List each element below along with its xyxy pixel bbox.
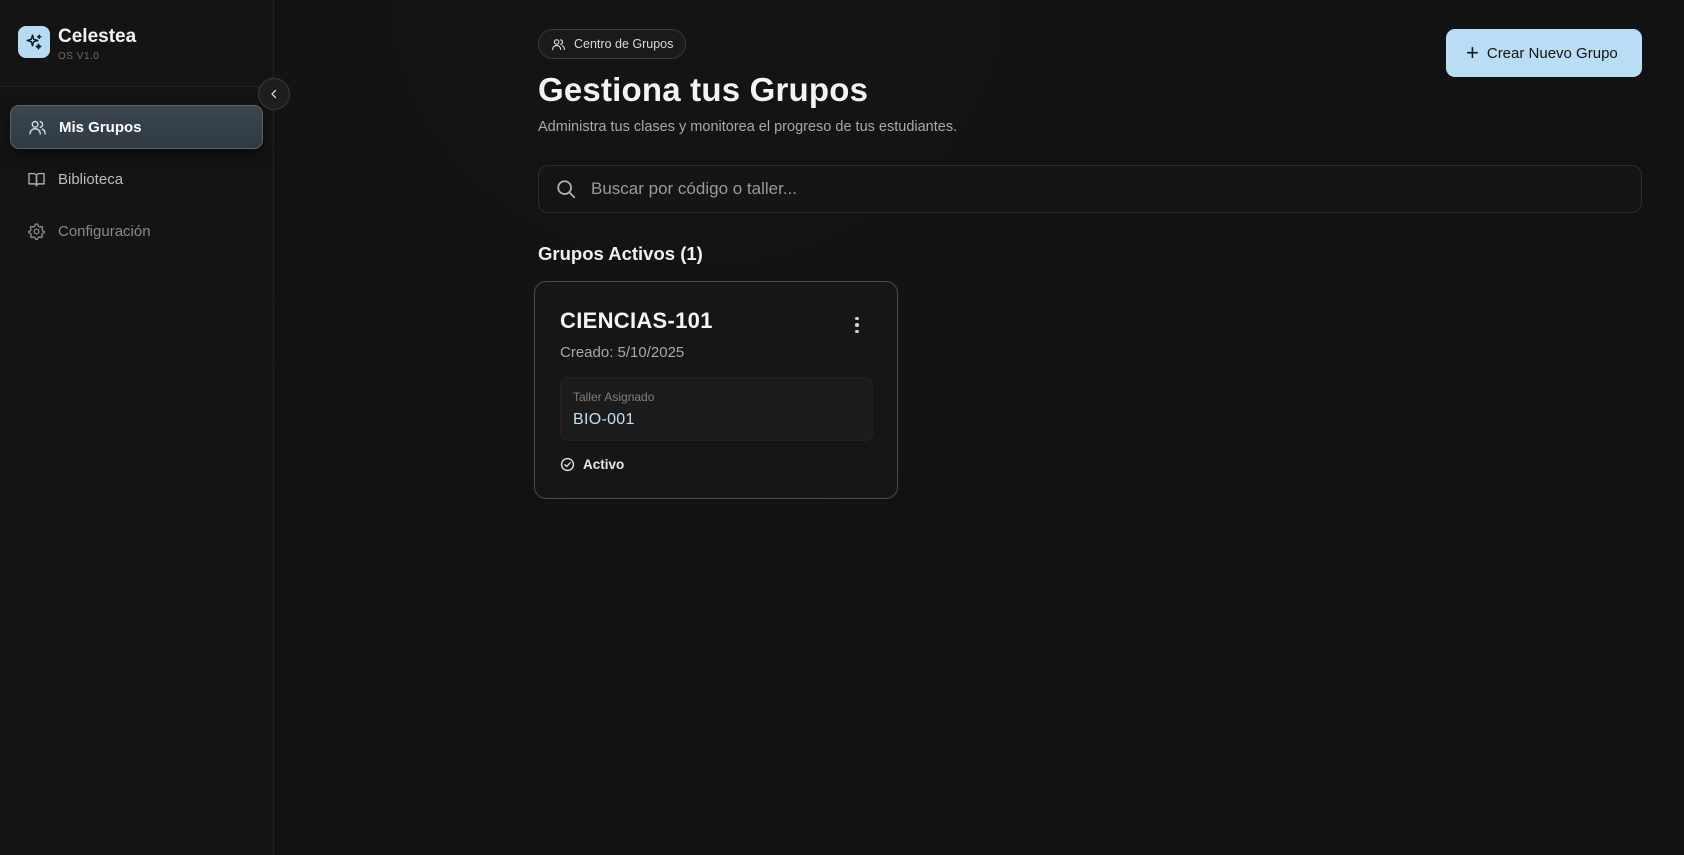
sidebar-nav: Mis Grupos Biblioteca Configuración — [0, 87, 273, 253]
sidebar-item-mis-grupos[interactable]: Mis Grupos — [10, 105, 263, 149]
collapse-sidebar-button[interactable] — [258, 78, 290, 110]
users-icon — [27, 117, 47, 137]
gear-icon — [26, 221, 46, 241]
users-icon — [551, 37, 566, 52]
brand-name: Celestea — [58, 26, 137, 47]
more-options-icon[interactable] — [849, 314, 865, 336]
brand-version: OS V1.0 — [58, 51, 100, 62]
check-circle-icon — [560, 457, 575, 472]
group-card[interactable]: CIENCIAS-101 Creado: 5/10/2025 Taller As… — [534, 281, 898, 499]
status-badge: Activo — [560, 457, 873, 472]
group-created-date: Creado: 5/10/2025 — [560, 344, 685, 361]
chevron-left-icon — [271, 89, 277, 99]
app-root: Celestea OS V1.0 Mis Grupos Biblioteca C… — [0, 0, 1684, 855]
assigned-workshop-label: Taller Asignado — [573, 390, 655, 404]
assigned-workshop-value: BIO-001 — [573, 411, 635, 428]
assigned-workshop: Taller Asignado BIO-001 — [560, 377, 873, 441]
sidebar-item-configuracion[interactable]: Configuración — [10, 209, 263, 253]
sidebar-item-label: Biblioteca — [58, 170, 124, 188]
create-group-label: Crear Nuevo Grupo — [1486, 44, 1618, 62]
section-pill: Centro de Grupos — [538, 29, 687, 59]
book-icon — [26, 169, 46, 189]
sparkles-icon — [18, 26, 50, 58]
sidebar-item-biblioteca[interactable]: Biblioteca — [10, 157, 263, 201]
brand: Celestea OS V1.0 — [0, 0, 273, 87]
content-area: Centro de Grupos + Crear Nuevo Grupo Ges… — [534, 29, 1642, 499]
page-subtitle: Administra tus clases y monitorea el pro… — [538, 119, 958, 135]
search-icon — [555, 178, 577, 200]
search-input[interactable] — [591, 179, 1641, 199]
create-group-button[interactable]: + Crear Nuevo Grupo — [1446, 29, 1642, 77]
main-content: Centro de Grupos + Crear Nuevo Grupo Ges… — [274, 0, 1684, 855]
search-bar — [538, 165, 1642, 213]
active-groups-title: Grupos Activos (1) — [538, 243, 703, 264]
group-code: CIENCIAS-101 — [560, 308, 713, 333]
sidebar-item-label: Mis Grupos — [59, 118, 142, 136]
sidebar-item-label: Configuración — [58, 222, 151, 240]
sidebar: Celestea OS V1.0 Mis Grupos Biblioteca C… — [0, 0, 290, 855]
status-label: Activo — [583, 457, 625, 472]
plus-icon: + — [1466, 40, 1479, 65]
pill-label: Centro de Grupos — [574, 37, 674, 51]
